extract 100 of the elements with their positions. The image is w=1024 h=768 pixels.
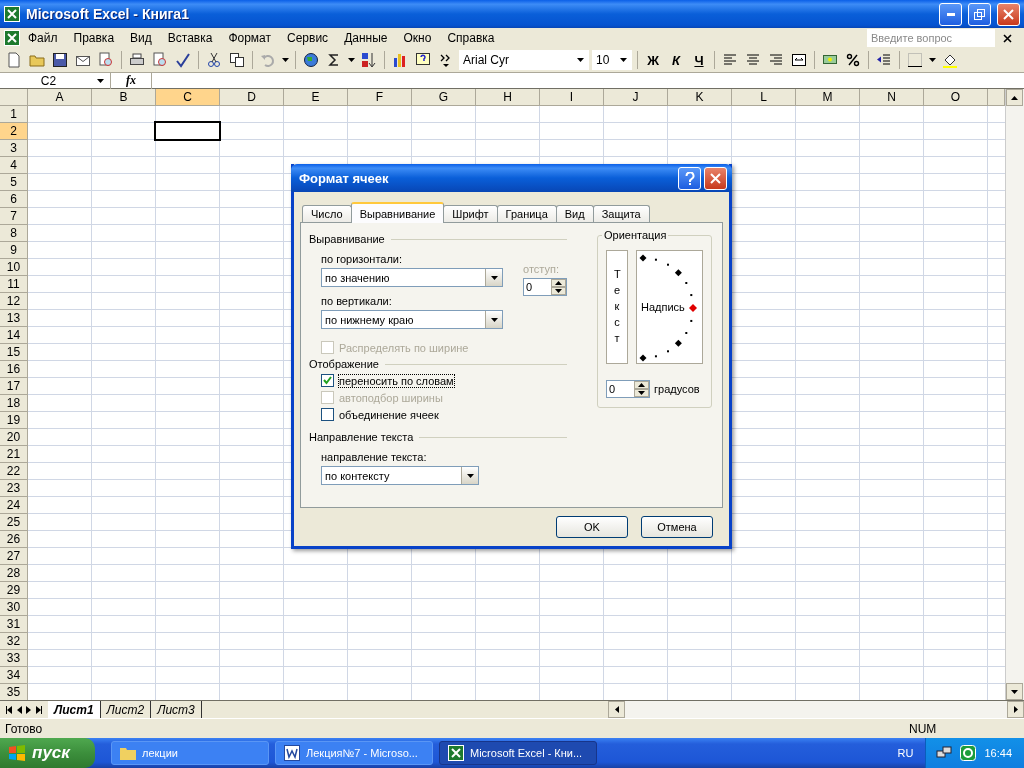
dialog-tab[interactable]: Граница [496, 205, 557, 222]
row-header[interactable]: 31 [0, 616, 28, 633]
globe-icon[interactable] [303, 52, 319, 68]
minimize-button[interactable] [939, 2, 962, 26]
column-header[interactable]: A [28, 89, 92, 106]
row-header[interactable]: 30 [0, 599, 28, 616]
font-dropdown[interactable]: Arial Cyr [459, 50, 589, 70]
skip-arrow-icon[interactable] [6, 705, 12, 714]
dialog-tab[interactable]: Число [302, 205, 352, 222]
skip-arrow-icon[interactable] [36, 705, 42, 714]
row-header[interactable]: 33 [0, 650, 28, 667]
column-header[interactable]: M [796, 89, 860, 106]
taskbar-button[interactable]: Лекция№7 - Microso... [275, 741, 433, 765]
up-arrow-icon[interactable] [1011, 95, 1018, 100]
column-header[interactable]: B [92, 89, 156, 106]
column-header[interactable]: J [604, 89, 668, 106]
network-icon[interactable] [936, 745, 953, 761]
row-header[interactable]: 10 [0, 259, 28, 276]
align-right-icon[interactable] [768, 52, 784, 68]
percent-icon[interactable] [845, 52, 861, 68]
row-header[interactable]: 12 [0, 293, 28, 310]
dropdown[interactable]: по контексту [321, 466, 479, 485]
copy-icon[interactable] [229, 52, 245, 68]
question-field[interactable]: Введите вопрос [867, 29, 995, 47]
row-header[interactable]: 27 [0, 548, 28, 565]
checkbox[interactable] [321, 408, 334, 421]
row-header[interactable]: 5 [0, 174, 28, 191]
horizontal-scrollbar[interactable] [608, 701, 1024, 718]
row-header[interactable]: 4 [0, 157, 28, 174]
row-header[interactable]: 8 [0, 225, 28, 242]
row-header[interactable]: 11 [0, 276, 28, 293]
printer-icon[interactable] [129, 52, 145, 68]
row-header[interactable]: 3 [0, 140, 28, 157]
left-arrow-icon[interactable] [614, 706, 619, 713]
row-header[interactable]: 26 [0, 531, 28, 548]
menu-item[interactable]: Файл [20, 29, 66, 47]
close-icon[interactable] [1003, 33, 1012, 43]
function-button[interactable]: fx [111, 73, 151, 88]
orientation-dial[interactable]: Надпись [636, 250, 703, 364]
font-size-dropdown[interactable]: 10 [592, 50, 632, 70]
tray-app-icon[interactable] [960, 745, 977, 761]
borders-icon[interactable] [907, 52, 923, 68]
menu-item[interactable]: Окно [395, 29, 440, 47]
row-header[interactable]: 29 [0, 582, 28, 599]
italic-button[interactable]: К [666, 50, 686, 70]
align-left-icon[interactable] [722, 52, 738, 68]
underline-button[interactable]: Ч [689, 50, 709, 70]
right-arrow-icon[interactable] [1013, 706, 1018, 713]
start-button[interactable]: пуск [0, 738, 95, 768]
menu-item[interactable]: Правка [65, 29, 123, 47]
check-mark-icon[interactable] [175, 52, 191, 68]
row-header[interactable]: 13 [0, 310, 28, 327]
row-header[interactable]: 20 [0, 429, 28, 446]
language-indicator[interactable]: RU [897, 747, 914, 759]
up-arrow-icon[interactable] [555, 281, 562, 285]
column-header[interactable]: L [732, 89, 796, 106]
menu-item[interactable]: Вид [122, 29, 160, 47]
up-arrow-icon[interactable] [638, 383, 645, 387]
dropdown[interactable]: по значению [321, 268, 503, 287]
column-header[interactable]: D [220, 89, 284, 106]
column-header[interactable]: K [668, 89, 732, 106]
merge-cells-icon[interactable] [791, 52, 807, 68]
bar-chart-icon[interactable] [392, 52, 408, 68]
help-button[interactable] [678, 166, 701, 190]
column-header[interactable]: O [924, 89, 988, 106]
dialog-tab[interactable]: Шрифт [443, 205, 498, 222]
restore-button[interactable] [968, 2, 991, 26]
menu-item[interactable]: Справка [439, 29, 503, 47]
scissors-icon[interactable] [206, 52, 222, 68]
row-header[interactable]: 18 [0, 395, 28, 412]
row-header[interactable]: 1 [0, 106, 28, 123]
row-header[interactable]: 25 [0, 514, 28, 531]
row-header[interactable]: 23 [0, 480, 28, 497]
row-header[interactable]: 21 [0, 446, 28, 463]
dropdown[interactable]: по нижнему краю [321, 310, 503, 329]
row-header[interactable]: 14 [0, 327, 28, 344]
bold-button[interactable]: Ж [643, 50, 663, 70]
row-header[interactable]: 7 [0, 208, 28, 225]
row-header[interactable]: 15 [0, 344, 28, 361]
active-cell[interactable] [154, 121, 221, 141]
column-header[interactable]: H [476, 89, 540, 106]
row-header[interactable]: 34 [0, 667, 28, 684]
vertical-text-option[interactable]: Текст [606, 250, 628, 364]
checkbox[interactable] [321, 374, 334, 387]
dialog-button[interactable]: Отмена [641, 516, 713, 538]
close-button[interactable] [997, 2, 1020, 26]
column-header[interactable]: G [412, 89, 476, 106]
menu-item[interactable]: Данные [336, 29, 396, 47]
row-header[interactable]: 24 [0, 497, 28, 514]
row-header[interactable]: 28 [0, 565, 28, 582]
sheet-tab[interactable]: Лист1 [48, 701, 101, 718]
row-header[interactable]: 2 [0, 123, 28, 140]
new-document-icon[interactable] [6, 52, 22, 68]
close-button[interactable] [704, 166, 727, 190]
row-header[interactable]: 35 [0, 684, 28, 700]
help-icon[interactable] [415, 52, 431, 68]
paint-bucket-icon[interactable] [942, 52, 958, 68]
spin-field[interactable]: 0 [523, 278, 567, 296]
taskbar-button[interactable]: Microsoft Excel - Кни... [439, 741, 597, 765]
column-header[interactable]: F [348, 89, 412, 106]
